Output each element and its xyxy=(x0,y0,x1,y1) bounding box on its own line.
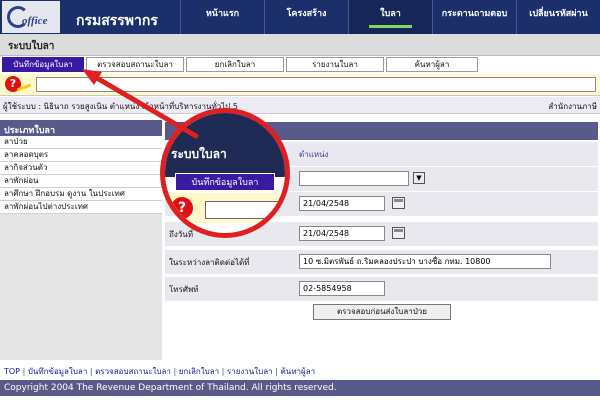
calendar-icon[interactable] xyxy=(392,197,405,209)
help-input[interactable] xyxy=(36,77,596,92)
rd-office-logo: office xyxy=(2,1,60,33)
phone-label: โทรศัพท์ xyxy=(169,285,199,294)
check-before-submit-button[interactable]: ตรวจสอบก่อนส่งใบลาป่วย xyxy=(313,304,451,320)
end-date-input[interactable]: 21/04/2548 xyxy=(299,226,385,241)
logo-text: office xyxy=(22,15,48,27)
sidebar-item-vacation-abroad[interactable]: ลาพักผ่อนไปต่างประเทศ xyxy=(0,201,162,214)
address-label: ในระหว่างลาติดต่อได้ที่ xyxy=(169,258,250,267)
footer-link-top[interactable]: TOP xyxy=(4,367,20,376)
start-date-input[interactable]: 21/04/2548 xyxy=(299,196,385,211)
sidebar-item-maternity[interactable]: ลาคลอดบุตร xyxy=(0,149,162,162)
system-bar: ระบบใบลา xyxy=(0,34,600,56)
tab-cancel-leave[interactable]: ยกเลิกใบลา xyxy=(186,57,284,72)
magnified-record-tab: บันทึกข้อมูลใบลา xyxy=(175,173,275,191)
tab-search-leaver[interactable]: ค้นหาผู้ลา xyxy=(386,57,478,72)
magnified-help-icon: ? xyxy=(171,197,193,219)
copyright: Copyright 2004 The Revenue Department of… xyxy=(0,380,600,396)
footer-link-search[interactable]: ค้นหาผู้ลา xyxy=(280,367,315,376)
magnified-system-title: ระบบใบลา xyxy=(171,147,227,161)
sidebar-item-personal[interactable]: ลากิจส่วนตัว xyxy=(0,162,162,175)
sidebar-item-training[interactable]: ลาศึกษา ฝึกอบรม ดูงาน ในประเทศ xyxy=(0,188,162,201)
tab-bar: บันทึกข้อมูลใบลา ตรวจสอบสถานะใบลา ยกเลิก… xyxy=(0,57,600,73)
user-bar: ผู้ใช้ระบบ : นิธินาถ รวยสูงเนิน ตำแหน่ง … xyxy=(0,97,600,114)
nav-home[interactable]: หน้าแรก xyxy=(180,0,264,34)
top-header: office กรมสรรพากร หน้าแรก โครงสร้าง ใบลา… xyxy=(0,0,600,34)
nav-leave[interactable]: ใบลา xyxy=(348,0,432,34)
address-input[interactable]: 10 ซ.มิตรพันธ์ ถ.ริมคลองประปา บางซื่อ กท… xyxy=(299,254,551,269)
system-title: ระบบใบลา xyxy=(8,41,55,52)
top-nav: หน้าแรก โครงสร้าง ใบลา กระดานถามตอบ เปลี… xyxy=(180,0,600,34)
chevron-down-icon[interactable]: ▼ xyxy=(413,172,425,184)
tab-check-status[interactable]: ตรวจสอบสถานะใบลา xyxy=(86,57,184,72)
sidebar-title: ประเภทใบลา xyxy=(0,120,162,136)
tab-leave-report[interactable]: รายงานใบลา xyxy=(286,57,384,72)
nav-forum[interactable]: กระดานถามตอบ xyxy=(432,0,516,34)
help-row: ? xyxy=(0,74,600,96)
nav-structure[interactable]: โครงสร้าง xyxy=(264,0,348,34)
calendar-icon[interactable] xyxy=(392,227,405,239)
sidebar-item-vacation[interactable]: ลาพักผ่อน xyxy=(0,175,162,188)
help-question-icon[interactable]: ? xyxy=(5,76,32,92)
position-label: ตำแหน่ง xyxy=(299,150,329,159)
footer-link-report[interactable]: รายงานใบลา xyxy=(227,367,273,376)
footer-link-record[interactable]: บันทึกข้อมูลใบลา xyxy=(28,367,88,376)
nav-change-password[interactable]: เปลี่ยนรหัสผ่าน xyxy=(516,0,600,34)
row-phone: โทรศัพท์ 02-5854958 xyxy=(165,277,598,301)
sidebar-item-sick[interactable]: ลาป่วย xyxy=(0,136,162,149)
leave-type-select[interactable] xyxy=(299,171,409,186)
row-address: ในระหว่างลาติดต่อได้ที่ 10 ซ.มิตรพันธ์ ถ… xyxy=(165,250,598,274)
phone-input[interactable]: 02-5854958 xyxy=(299,281,385,296)
site-title: กรมสรรพากร xyxy=(76,13,158,29)
magnifier-callout: ระบบใบลา บันทึกข้อมูลใบลา ? xyxy=(160,108,290,238)
magnified-help-input xyxy=(205,201,285,219)
leave-type-sidebar: ประเภทใบลา ลาป่วย ลาคลอดบุตร ลากิจส่วนตั… xyxy=(0,120,162,360)
footer-links: TOP | บันทึกข้อมูลใบลา | ตรวจสอบสถานะใบล… xyxy=(4,367,316,376)
footer-link-cancel[interactable]: ยกเลิกใบลา xyxy=(179,367,219,376)
office-name: สำนักงานภาษี xyxy=(548,102,597,111)
tab-record-leave[interactable]: บันทึกข้อมูลใบลา xyxy=(2,57,84,72)
footer-link-check[interactable]: ตรวจสอบสถานะใบลา xyxy=(95,367,171,376)
bottom-strip xyxy=(0,396,600,410)
